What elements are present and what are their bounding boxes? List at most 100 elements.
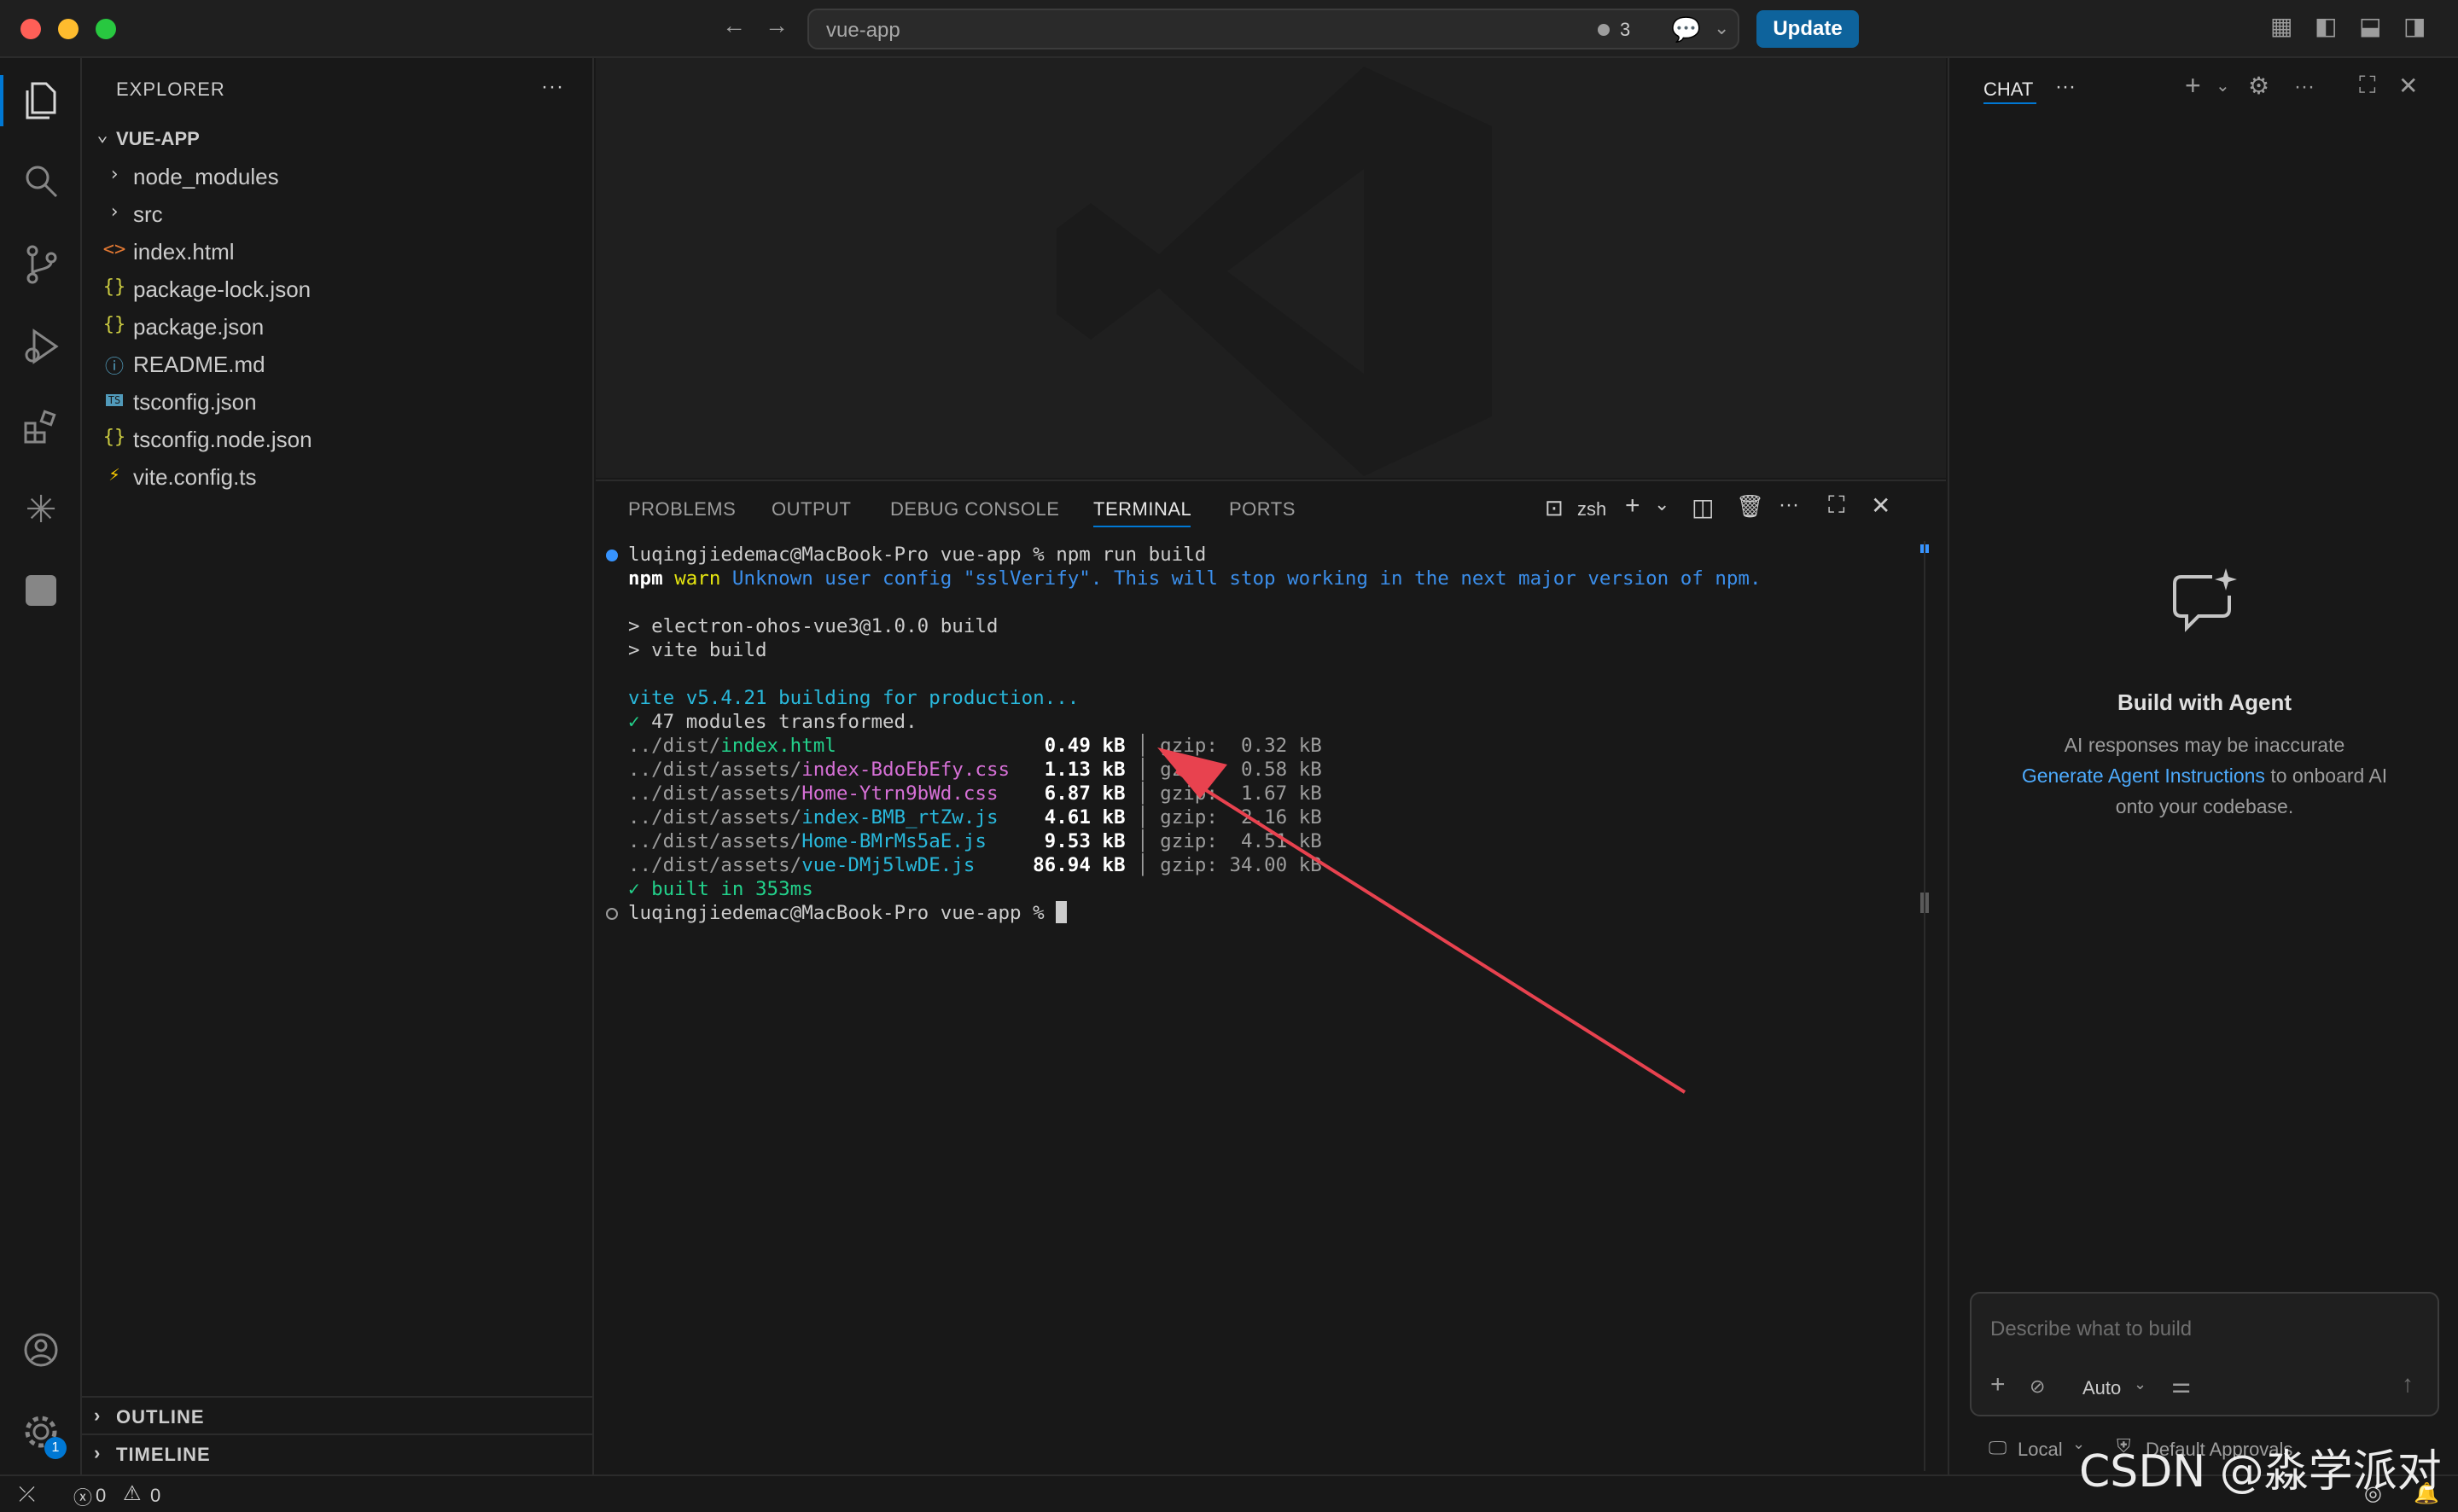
chat-input-placeholder[interactable]: Describe what to build [1990,1317,2192,1341]
chat-instructions-rest: to onboard AI [2264,765,2388,787]
file-item[interactable]: ⓘ README.md [82,345,594,382]
extensions-icon[interactable] [20,408,61,449]
file-type-icon: ⚡ [108,464,120,486]
mode-picker[interactable]: Auto [2082,1377,2121,1399]
red-arrow-annotation [1157,747,1686,1094]
maximize-window-button[interactable] [96,19,116,39]
chevron-right-icon: › [94,1404,101,1426]
explorer-icon[interactable] [20,80,61,121]
toggle-secondary-sidebar-icon[interactable]: ◨ [2403,12,2426,40]
accounts-icon[interactable] [20,1331,61,1372]
file-item[interactable]: {} package.json [82,307,594,345]
chat-input-box[interactable]: Describe what to build + ⊘ Auto ⌄ ⚌ ↑ [1970,1292,2439,1416]
forward-arrow-icon[interactable]: → [765,12,789,39]
maximize-chat-icon[interactable]: ⛶ [2359,72,2376,100]
title-bar: ← → vue-app 3 💬 ⌄ Update ▦ ◧ ⬓ ◨ [0,0,2458,58]
changes-count: 3 [1620,19,1631,40]
chat-instructions-line: Generate Agent Instructions to onboard A… [1949,765,2458,788]
file-type-icon: › [108,201,120,223]
activity-bar: ✳ 1 [0,58,82,1474]
chevron-down-icon[interactable]: ⌄ [2134,1375,2146,1393]
send-arrow-icon[interactable]: ↑ [2402,1370,2414,1398]
outline-label: OUTLINE [116,1406,205,1428]
file-name: README.md [133,352,265,377]
minimize-window-button[interactable] [58,19,79,39]
customize-layout-icon[interactable]: ▦ [2270,12,2292,40]
chevron-down-icon[interactable]: ⌄ [1714,17,1729,39]
file-item[interactable]: TS tsconfig.json [82,382,594,420]
error-icon[interactable]: ⓧ [73,1483,92,1510]
chat-settings-gear-icon[interactable]: ⚙ [2248,72,2269,100]
file-type-icon: TS [106,394,123,406]
run-debug-icon[interactable] [20,326,61,367]
file-name: node_modules [133,164,279,189]
tab-chat[interactable]: CHAT [1983,79,2033,101]
file-item[interactable]: {} tsconfig.node.json [82,420,594,457]
tools-icon[interactable]: ⊘ [2030,1375,2045,1398]
file-type-icon: <> [102,239,126,260]
chat-instructions-line-3: onto your codebase. [2115,795,2294,817]
agent-chat-sparkle-icon [2173,568,2237,632]
chat-heading: Build with Agent [2117,689,2292,715]
file-name: package.json [133,314,265,340]
workspace-root-label: VUE-APP [116,128,200,149]
editor-area[interactable] [596,58,1946,478]
file-item[interactable]: ⚡ vite.config.ts [82,457,594,495]
add-context-icon[interactable]: + [1990,1370,2006,1399]
toggle-primary-sidebar-icon[interactable]: ◧ [2315,12,2337,40]
search-icon[interactable] [20,162,61,203]
file-name: index.html [133,239,235,265]
active-indicator [0,75,3,126]
bottom-panel: PROBLEMS OUTPUT DEBUG CONSOLE TERMINAL P… [596,480,1946,1474]
chevron-down-icon: ⌄ [96,125,108,146]
workspace-root[interactable]: ⌄ VUE-APP [82,119,594,157]
file-name: src [133,201,163,227]
file-name: vite.config.ts [133,464,257,490]
timeline-section[interactable]: › TIMELINE [82,1433,594,1471]
warning-icon[interactable]: ⚠ [123,1481,142,1506]
chat-overflow-icon[interactable]: ··· [2294,75,2315,99]
toggle-panel-icon[interactable]: ⬓ [2359,12,2381,40]
chevron-right-icon: › [94,1442,101,1463]
file-type-icon: {} [102,427,126,448]
file-type-icon: › [108,164,120,185]
location-picker[interactable]: Local [2018,1439,2063,1461]
chat-disclaimer: AI responses may be inaccurate [2064,734,2345,756]
chat-more-icon[interactable]: ··· [2055,75,2076,99]
file-item[interactable]: › src [82,195,594,232]
file-name: tsconfig.json [133,389,257,415]
copilot-chat-icon[interactable]: 💬 [1671,15,1701,44]
explorer-more-icon[interactable]: ··· [541,75,564,99]
chevron-down-icon[interactable]: ⌄ [2216,75,2230,96]
back-arrow-icon[interactable]: ← [722,12,746,39]
notification-badge: 1 [44,1437,67,1459]
command-center-label: vue-app [826,19,900,42]
close-window-button[interactable] [20,19,41,39]
file-item[interactable]: {} package-lock.json [82,270,594,307]
command-center[interactable]: vue-app 3 💬 ⌄ [807,9,1739,49]
warning-count[interactable]: 0 [150,1485,160,1507]
asterisk-extension-icon[interactable]: ✳ [20,490,61,531]
error-count[interactable]: 0 [96,1485,106,1507]
configure-tools-icon[interactable]: ⚌ [2171,1372,2191,1399]
remote-icon[interactable]: ⤫ [19,1483,35,1507]
vscode-logo-watermark [1057,67,1492,476]
manage-gear-icon[interactable]: 1 [20,1413,67,1459]
source-control-icon[interactable] [20,244,61,285]
file-item[interactable]: <> index.html [82,232,594,270]
generate-instructions-link[interactable]: Generate Agent Instructions [2022,765,2265,787]
csdn-watermark: CSDN @淼学派对 [2079,1446,2442,1497]
outline-section[interactable]: › OUTLINE [82,1396,594,1433]
chat-panel: CHAT ··· + ⌄ ⚙ ··· ⛶ ✕ Build with Agent … [1948,58,2458,1474]
file-name: package-lock.json [133,276,312,302]
close-chat-icon[interactable]: ✕ [2398,72,2418,100]
file-type-icon: ⓘ [104,357,124,378]
file-item[interactable]: › node_modules [82,157,594,195]
changes-dot-icon [1598,24,1610,36]
update-button[interactable]: Update [1756,10,1859,48]
container-icon[interactable] [20,572,61,613]
timeline-label: TIMELINE [116,1444,211,1465]
new-chat-icon[interactable]: + [2185,70,2201,102]
file-type-icon: {} [102,276,126,298]
explorer-sidebar: EXPLORER ··· ⌄ VUE-APP › node_modules › src… [82,58,594,1474]
